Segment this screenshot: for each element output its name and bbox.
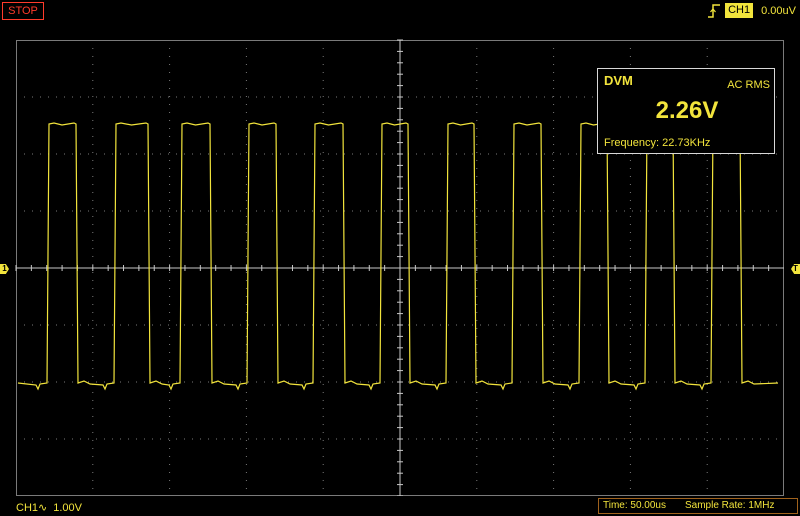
volts-per-div: 1.00V bbox=[53, 502, 82, 514]
channel-scale[interactable]: CH1∿ 1.00V bbox=[16, 501, 88, 514]
ch1-waveform-trace bbox=[17, 122, 779, 391]
trigger-info[interactable]: CH1 0.00uV bbox=[707, 1, 796, 20]
run-stop-button[interactable]: STOP bbox=[2, 2, 44, 20]
trigger-channel-badge[interactable]: CH1 bbox=[725, 3, 754, 18]
bottom-status-bar: CH1∿ 1.00V Time: 50.00us Sample Rate: 1MH… bbox=[0, 496, 800, 516]
dvm-reading: 2.26V bbox=[655, 97, 719, 124]
dvm-frequency: Frequency: 22.73KHz bbox=[604, 137, 711, 149]
ac-coupling-icon: ∿ bbox=[38, 502, 48, 514]
time-per-div: Time: 50.00us bbox=[603, 500, 666, 511]
timebase-box[interactable]: Time: 50.00us Sample Rate: 1MHz bbox=[598, 498, 798, 514]
top-status-bar: STOP CH1 0.00uV bbox=[0, 0, 800, 22]
dvm-panel: DVM AC RMS 2.26V Frequency: 22.73KHz bbox=[597, 68, 775, 154]
dvm-mode: AC RMS bbox=[727, 79, 770, 91]
sample-rate: Sample Rate: 1MHz bbox=[685, 500, 775, 511]
trigger-level-value: 0.00uV bbox=[761, 4, 796, 17]
rising-edge-icon bbox=[708, 3, 721, 18]
channel-label: CH1 bbox=[16, 502, 39, 514]
dvm-title: DVM bbox=[604, 73, 633, 88]
scope-display: DVM AC RMS 2.26V Frequency: 22.73KHz bbox=[0, 22, 800, 496]
